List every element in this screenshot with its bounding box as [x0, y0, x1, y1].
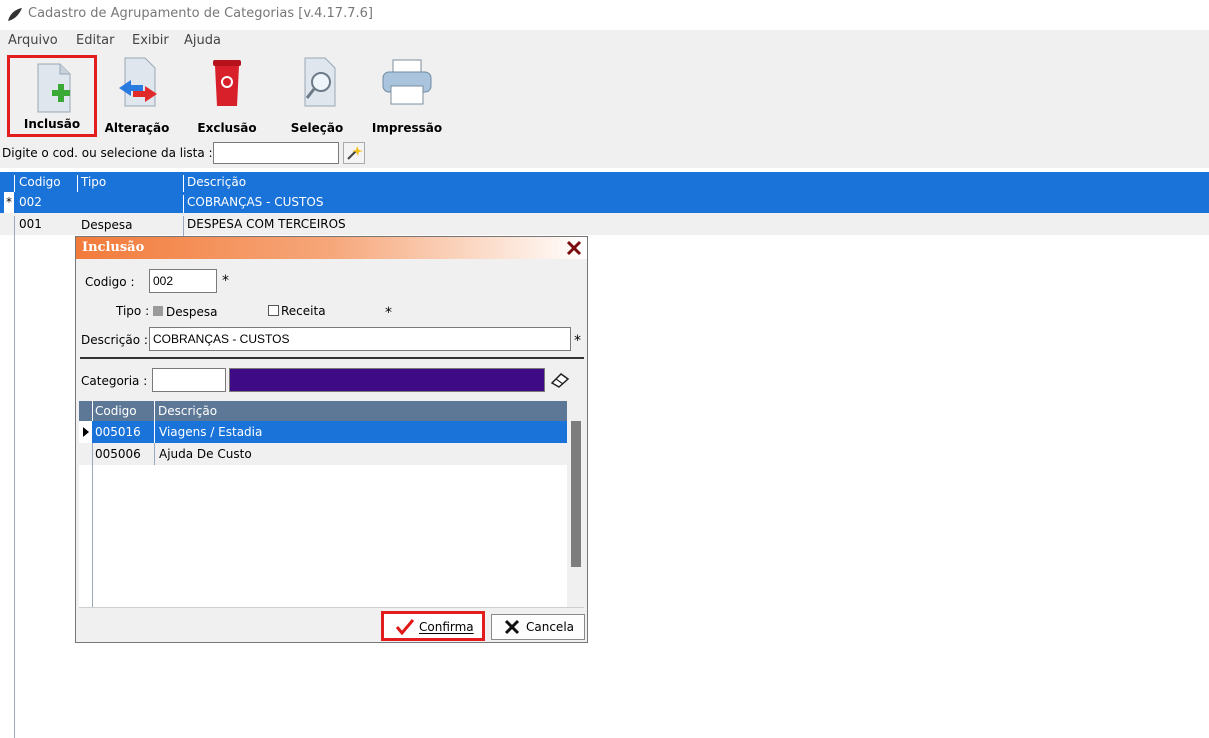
despesa-label: Despesa [166, 305, 218, 319]
exclusao-button[interactable]: Exclusão [187, 52, 267, 138]
row-codigo: 001 [19, 217, 42, 231]
header-codigo[interactable]: Codigo [19, 175, 61, 189]
trash-icon [213, 60, 241, 106]
confirma-label: Confirma [419, 620, 474, 634]
alteracao-button[interactable]: Alteração [97, 52, 177, 138]
menu-bar: Arquivo Editar Exibir Ajuda [0, 30, 1209, 52]
new-document-icon [37, 63, 71, 113]
codigo-label: Codigo : [85, 275, 135, 289]
separator [80, 357, 584, 359]
codigo-input[interactable] [149, 269, 217, 293]
impressao-label: Impressão [371, 121, 443, 135]
close-icon[interactable] [566, 240, 582, 256]
filter-input[interactable] [213, 142, 339, 164]
selecao-button[interactable]: Seleção [277, 52, 357, 138]
row-pointer-icon [83, 427, 89, 437]
row-tipo: Despesa [81, 218, 133, 232]
categoria-grid: Codigo Descrição 005016 Viagens / Estadi… [79, 401, 567, 607]
printer-icon [382, 59, 432, 105]
categoria-label: Categoria : [81, 374, 148, 388]
header-tipo[interactable]: Tipo [81, 175, 106, 189]
cancela-label: Cancela [526, 620, 575, 634]
cat-row-codigo: 005006 [95, 447, 141, 461]
confirma-button[interactable]: Confirma [381, 611, 485, 641]
list-item[interactable]: 005016 Viagens / Estadia [79, 421, 567, 443]
tipo-label: Tipo : [116, 304, 150, 318]
inclusao-dialog: Inclusão Codigo : * Tipo : Despesa Recei… [75, 236, 588, 643]
cancela-button[interactable]: Cancela [491, 614, 585, 640]
checkmark-icon [396, 619, 414, 635]
cat-row-descricao: Viagens / Estadia [159, 425, 263, 439]
header-descricao[interactable]: Descrição [187, 175, 246, 189]
grid-left-border [14, 235, 15, 738]
dialog-title: Inclusão [82, 240, 145, 255]
row-marker: * [4, 192, 14, 213]
menu-exibir[interactable]: Exibir [132, 33, 169, 48]
app-logo-icon [8, 8, 22, 21]
menu-ajuda[interactable]: Ajuda [184, 33, 221, 48]
categoria-grid-header: Codigo Descrição [79, 401, 567, 421]
descricao-label: Descrição : [81, 333, 148, 347]
despesa-checkbox[interactable] [153, 306, 163, 316]
categoria-input[interactable] [152, 368, 226, 392]
filter-bar: Digite o cod. ou selecione da lista : [0, 138, 1209, 168]
table-row[interactable]: * 002 COBRANÇAS - CUSTOS [0, 192, 1209, 216]
cat-header-codigo[interactable]: Codigo [95, 404, 137, 418]
edit-document-icon [119, 57, 157, 107]
row-codigo: 002 [19, 195, 42, 209]
selecao-label: Seleção [290, 121, 344, 135]
receita-label: Receita [281, 304, 326, 318]
inclusao-label: Inclusão [23, 117, 81, 131]
search-document-icon [304, 57, 336, 107]
menu-arquivo[interactable]: Arquivo [8, 33, 58, 48]
cat-row-descricao: Ajuda De Custo [159, 447, 252, 461]
scrollbar-thumb[interactable] [571, 421, 581, 567]
filter-label: Digite o cod. ou selecione da lista : [2, 146, 213, 160]
codigo-required: * [222, 273, 229, 289]
tipo-required: * [385, 305, 392, 321]
grid-header: Codigo Tipo Descrição [0, 172, 1209, 195]
receita-checkbox[interactable] [268, 305, 279, 316]
descricao-required: * [574, 333, 581, 349]
eraser-icon[interactable] [549, 371, 571, 389]
toolbar: Inclusão Alteração Exclusão Seleção Impr… [0, 52, 1209, 138]
inclusao-button[interactable]: Inclusão [7, 55, 97, 137]
row-descricao: DESPESA COM TERCEIROS [187, 217, 346, 231]
title-bar: Cadastro de Agrupamento de Categorias [v… [0, 0, 1209, 30]
scrollbar[interactable] [567, 401, 584, 607]
menu-editar[interactable]: Editar [76, 33, 115, 48]
exclusao-label: Exclusão [197, 121, 257, 135]
lookup-button[interactable] [343, 142, 365, 164]
list-item[interactable]: 005006 Ajuda De Custo [79, 443, 567, 465]
impressao-button[interactable]: Impressão [367, 52, 447, 138]
cat-row-codigo: 005016 [95, 425, 141, 439]
categoria-description-field [229, 368, 545, 392]
table-row[interactable]: 001 Despesa DESPESA COM TERCEIROS [0, 213, 1209, 238]
alteracao-label: Alteração [104, 121, 170, 135]
descricao-input[interactable] [149, 327, 571, 351]
window-title: Cadastro de Agrupamento de Categorias [v… [28, 6, 373, 21]
row-descricao: COBRANÇAS - CUSTOS [187, 195, 324, 209]
cat-header-descricao[interactable]: Descrição [158, 404, 217, 418]
cross-icon [504, 619, 520, 635]
dialog-title-bar: Inclusão [76, 237, 587, 259]
wand-icon [347, 146, 363, 160]
